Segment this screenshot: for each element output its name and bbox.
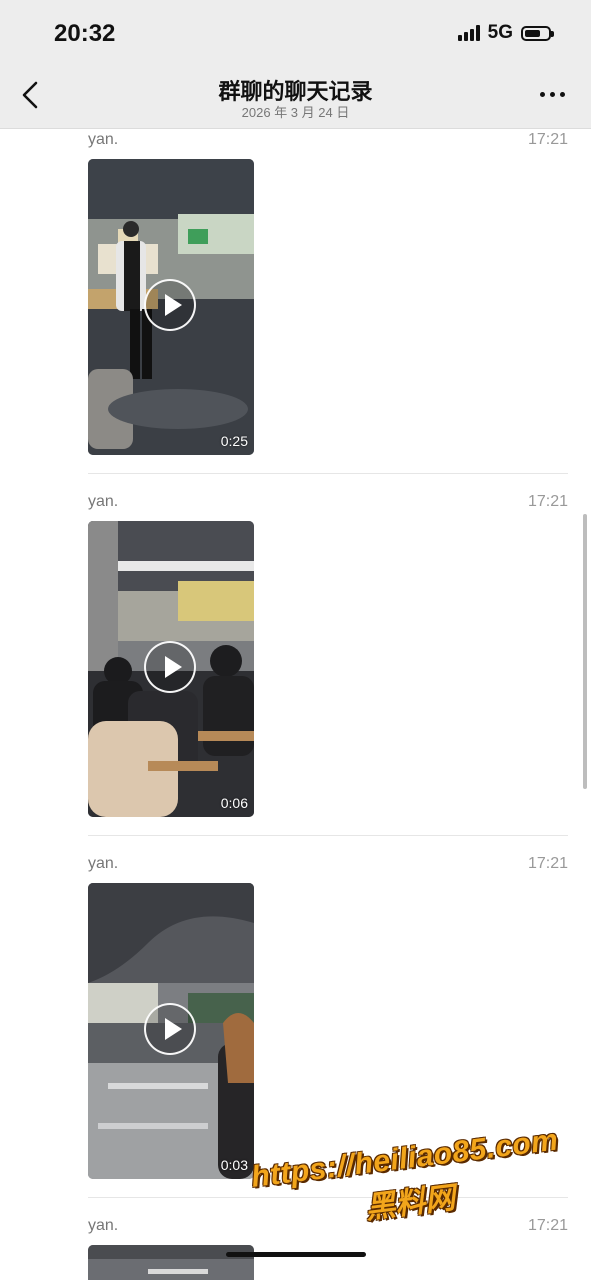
divider	[88, 473, 568, 474]
video-thumbnail[interactable]: 0:25	[88, 159, 254, 455]
scrollbar[interactable]	[583, 514, 587, 789]
video-duration: 0:06	[220, 795, 248, 811]
nav-bar: 群聊的聊天记录 2026 年 3 月 24 日	[0, 62, 591, 129]
status-icons: 5G	[457, 22, 554, 44]
list-item: yan. 17:21 0:25	[0, 131, 591, 471]
sender-name: yan.	[88, 855, 119, 872]
play-icon	[144, 279, 196, 331]
sender-name: yan.	[88, 1217, 119, 1234]
status-time: 20:32	[54, 20, 116, 47]
list-item: yan. 17:21 0:06	[0, 493, 591, 833]
more-dots-icon	[540, 92, 565, 97]
signal-icon	[457, 25, 480, 41]
play-icon	[144, 1003, 196, 1055]
video-duration: 0:25	[220, 433, 248, 449]
battery-icon	[521, 25, 554, 41]
video-thumbnail[interactable]: 0:03	[88, 883, 254, 1179]
chat-history-list[interactable]: yan. 17:21 0:25 yan. 17:21 0:06 yan. 17:…	[0, 129, 591, 1280]
video-thumbnail[interactable]: 0:06	[88, 521, 254, 817]
play-icon	[144, 641, 196, 693]
video-thumbnail[interactable]	[88, 1245, 254, 1280]
message-time: 17:21	[527, 131, 568, 148]
message-time: 17:21	[527, 493, 568, 510]
divider	[88, 835, 568, 836]
message-time: 17:21	[527, 855, 568, 872]
more-options-button[interactable]	[540, 92, 565, 97]
home-indicator[interactable]	[226, 1252, 366, 1257]
video-frame-image	[88, 1245, 254, 1280]
network-type: 5G	[487, 22, 513, 43]
sender-name: yan.	[88, 493, 119, 510]
status-bar: 20:32 5G	[0, 0, 591, 62]
sender-name: yan.	[88, 131, 119, 148]
page-subtitle-date: 2026 年 3 月 24 日	[241, 105, 350, 120]
